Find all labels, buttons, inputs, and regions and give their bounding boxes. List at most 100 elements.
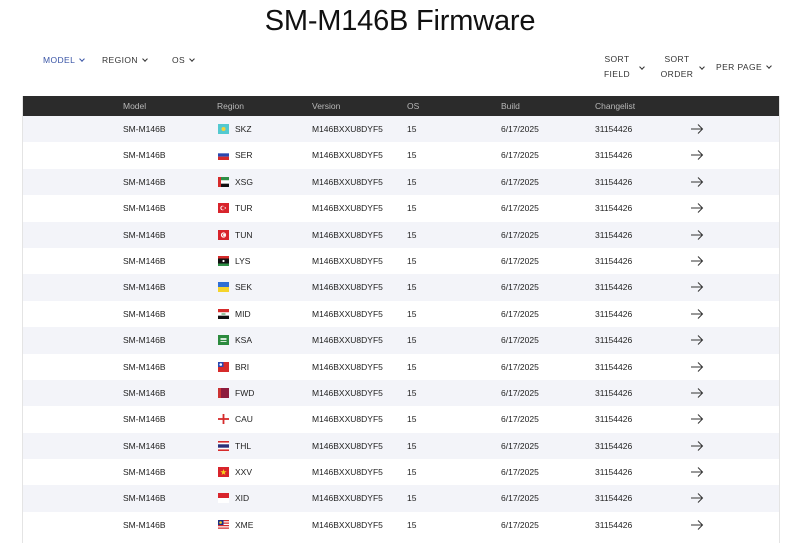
cell-region: KSA	[235, 335, 253, 346]
model-filter[interactable]: MODEL	[43, 55, 86, 65]
cell-model: SM-M146B	[123, 493, 166, 504]
per-page-dropdown[interactable]: PER PAGE	[716, 62, 772, 72]
cell-changelist: 31154426	[595, 467, 633, 478]
cell-region: XSG	[235, 176, 253, 187]
arrow-right-icon[interactable]	[690, 387, 704, 399]
cell-build: 6/17/2025	[501, 150, 539, 161]
arrow-right-icon[interactable]	[690, 255, 704, 267]
cell-build: 6/17/2025	[501, 308, 539, 319]
column-header-model[interactable]: Model	[123, 96, 146, 116]
table-row[interactable]: SM-M146B XME M146BXXU8DYF5 15 6/17/2025 31154…	[23, 512, 779, 538]
sort-order-dropdown[interactable]: SORT ORDER	[657, 52, 697, 82]
column-header-os[interactable]: OS	[407, 96, 419, 116]
table-row[interactable]: SM-M146B THL M146BXXU8DYF5 15 6/17/2025 31154…	[23, 432, 779, 460]
kazakhstan-flag-icon	[218, 124, 229, 134]
cell-os: 15	[407, 467, 417, 478]
cell-changelist: 31154426	[595, 229, 633, 240]
cell-model: SM-M146B	[123, 387, 166, 398]
os-filter[interactable]: OS	[172, 55, 195, 65]
table-row[interactable]: SM-M146B SER M146BXXU8DYF5 15 6/17/2025 31154…	[23, 142, 779, 168]
cell-build: 6/17/2025	[501, 414, 539, 425]
arrow-right-icon[interactable]	[690, 281, 704, 293]
cell-os: 15	[407, 414, 417, 425]
cell-version: M146BXXU8DYF5	[312, 335, 383, 346]
cell-build: 6/17/2025	[501, 467, 539, 478]
table-row[interactable]: SM-M146B BRI M146BXXU8DYF5 15 6/17/2025 31154…	[23, 354, 779, 380]
chevron-down-icon[interactable]	[639, 64, 645, 70]
column-header-region[interactable]: Region	[217, 96, 244, 116]
cell-region: SER	[235, 150, 253, 161]
region-filter[interactable]: REGION	[102, 55, 148, 65]
cell-os: 15	[407, 308, 417, 319]
table-row[interactable]: SM-M146B MID M146BXXU8DYF5 15 6/17/2025 31154…	[23, 301, 779, 327]
cell-model: SM-M146B	[123, 150, 166, 161]
arrow-right-icon[interactable]	[690, 123, 704, 135]
column-header-changelist[interactable]: Changelist	[595, 96, 635, 116]
cell-model: SM-M146B	[123, 440, 166, 451]
table-row[interactable]: SM-M146B KSA M146BXXU8DYF5 15 6/17/2025 31154…	[23, 327, 779, 354]
cell-version: M146BXXU8DYF5	[312, 282, 383, 293]
cell-build: 6/17/2025	[501, 440, 539, 451]
arrow-right-icon[interactable]	[690, 492, 704, 504]
arrow-right-icon[interactable]	[690, 519, 704, 531]
cell-version: M146BXXU8DYF5	[312, 387, 383, 398]
sort-order-label-line2: ORDER	[660, 69, 694, 79]
cell-build: 6/17/2025	[501, 519, 539, 530]
cell-os: 15	[407, 361, 417, 372]
cell-region: SEK	[235, 282, 253, 293]
cell-region: MID	[235, 308, 251, 319]
table-row[interactable]: SM-M146B TUN M146BXXU8DYF5 15 6/17/2025 31154…	[23, 221, 779, 248]
cell-region: CAU	[235, 414, 253, 425]
arrow-right-icon[interactable]	[690, 334, 704, 346]
table-row[interactable]: SM-M146B SEK M146BXXU8DYF5 15 6/17/2025 31154…	[23, 274, 779, 301]
cell-changelist: 31154426	[595, 282, 633, 293]
cell-changelist: 31154426	[595, 150, 633, 161]
arrow-right-icon[interactable]	[690, 176, 704, 188]
table-row[interactable]: SM-M146B TUR M146BXXU8DYF5 15 6/17/2025 31154…	[23, 195, 779, 221]
georgia-flag-icon	[218, 414, 229, 425]
cell-region: THL	[235, 440, 252, 451]
cell-region: BRI	[235, 361, 250, 372]
chevron-down-icon[interactable]	[699, 64, 705, 70]
table-row[interactable]: SM-M146B XXV M146BXXU8DYF5 15 6/17/2025 31154…	[23, 459, 779, 485]
tunisia-flag-icon	[218, 229, 229, 240]
cell-version: M146BXXU8DYF5	[312, 414, 383, 425]
cell-version: M146BXXU8DYF5	[312, 203, 383, 214]
table-row[interactable]: SM-M146B FWD M146BXXU8DYF5 15 6/17/2025 31154…	[23, 379, 779, 407]
column-header-version[interactable]: Version	[312, 96, 340, 116]
cell-version: M146BXXU8DYF5	[312, 176, 383, 187]
table-row[interactable]: SM-M146B SKZ M146BXXU8DYF5 15 6/17/2025 31154…	[23, 116, 779, 143]
cell-os: 15	[407, 203, 417, 214]
cell-model: SM-M146B	[123, 124, 166, 134]
cell-changelist: 31154426	[595, 255, 633, 266]
cell-os: 15	[407, 124, 417, 134]
cell-build: 6/17/2025	[501, 493, 539, 504]
malaysia-flag-icon	[218, 519, 229, 530]
chevron-down-icon	[189, 56, 195, 62]
cell-model: SM-M146B	[123, 308, 166, 319]
arrow-right-icon[interactable]	[690, 413, 704, 425]
arrow-right-icon[interactable]	[690, 466, 704, 478]
table-row[interactable]: SM-M146B CAU M146BXXU8DYF5 15 6/17/2025 31154…	[23, 406, 779, 432]
arrow-right-icon[interactable]	[690, 308, 704, 320]
arrow-right-icon[interactable]	[690, 361, 704, 373]
table-row[interactable]: SM-M146B LYS M146BXXU8DYF5 15 6/17/2025 31154…	[23, 248, 779, 274]
arrow-right-icon[interactable]	[690, 440, 704, 452]
arrow-right-icon[interactable]	[690, 229, 704, 241]
sort-order-label-line1: SORT	[664, 54, 690, 64]
cell-version: M146BXXU8DYF5	[312, 440, 383, 451]
arrow-right-icon[interactable]	[690, 149, 704, 161]
arrow-right-icon[interactable]	[690, 202, 704, 214]
column-header-build[interactable]: Build	[501, 96, 520, 116]
table-row[interactable]: SM-M146B XID M146BXXU8DYF5 15 6/17/2025 31154…	[23, 485, 779, 512]
cell-model: SM-M146B	[123, 203, 166, 214]
cell-build: 6/17/2025	[501, 335, 539, 346]
sort-field-dropdown[interactable]: SORT FIELD	[597, 52, 637, 82]
cell-changelist: 31154426	[595, 440, 633, 451]
table-row[interactable]: SM-M146B XSG M146BXXU8DYF5 15 6/17/2025 31154…	[23, 168, 779, 196]
cell-changelist: 31154426	[595, 308, 633, 319]
cell-os: 15	[407, 335, 417, 346]
chevron-down-icon	[142, 56, 148, 62]
cell-model: SM-M146B	[123, 519, 166, 530]
cell-version: M146BXXU8DYF5	[312, 361, 383, 372]
